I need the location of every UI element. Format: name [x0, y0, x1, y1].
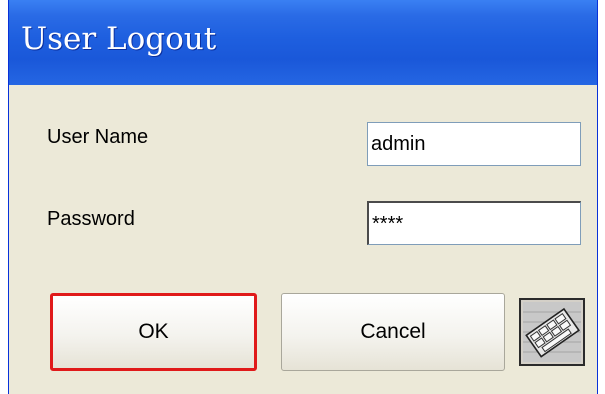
ok-button[interactable]: OK [50, 293, 257, 371]
password-label: Password [47, 208, 135, 230]
keyboard-button[interactable] [519, 298, 585, 366]
username-label: User Name [47, 126, 149, 148]
cancel-button[interactable]: Cancel [281, 293, 505, 371]
user-logout-dialog: User Logout User Name admin Password ***… [8, 0, 598, 394]
password-field[interactable]: **** [367, 201, 581, 245]
dialog-title: User Logout [21, 21, 217, 57]
screen: User Logout User Name admin Password ***… [0, 0, 605, 394]
username-field[interactable]: admin [367, 122, 581, 166]
title-bar[interactable]: User Logout [9, 0, 597, 85]
keyboard-icon [523, 302, 581, 362]
